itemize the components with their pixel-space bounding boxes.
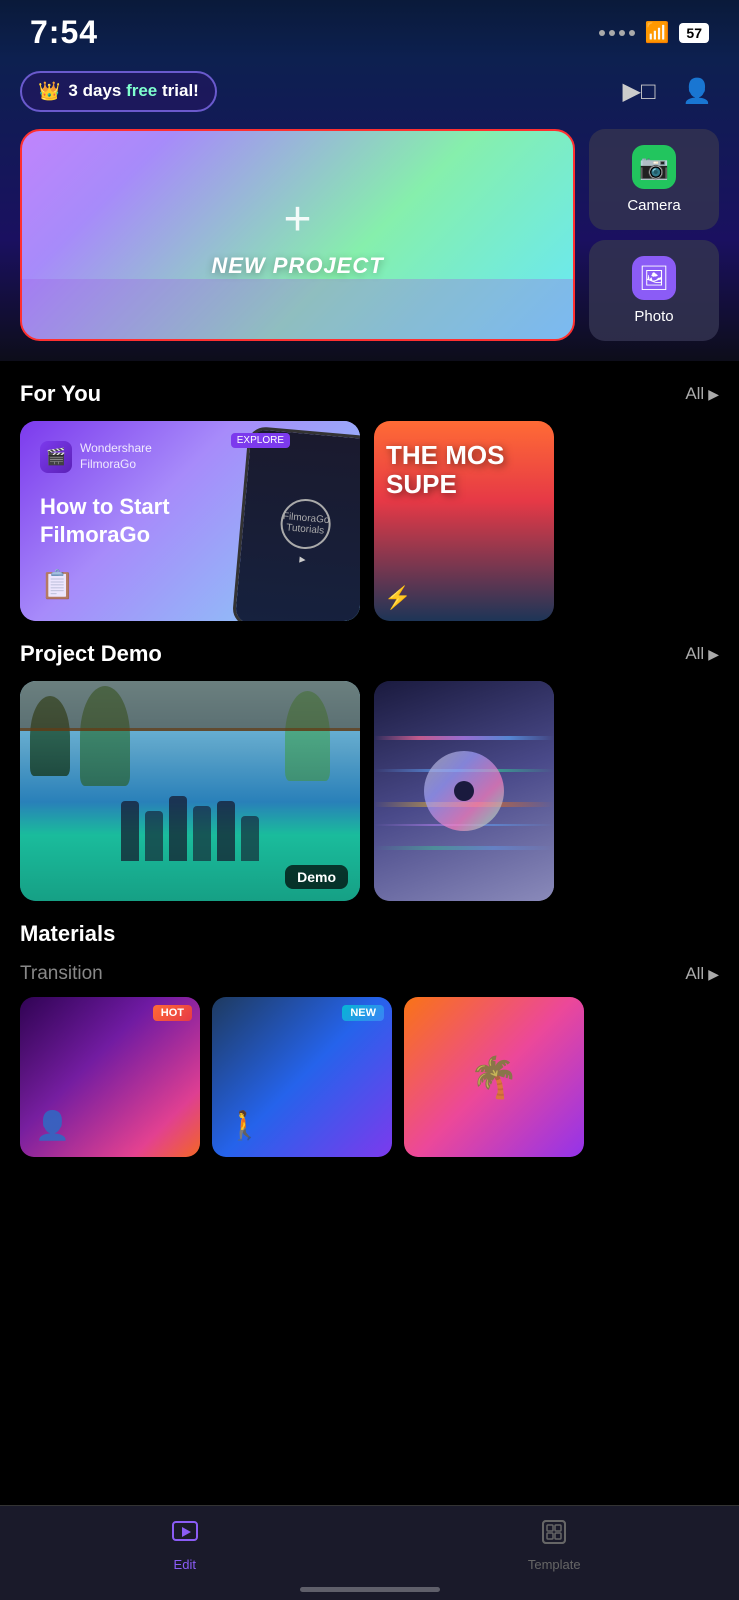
for-you-all-button[interactable]: All ▶ <box>685 384 719 404</box>
camera-button[interactable]: 📷 Camera <box>589 129 719 230</box>
camera-label: Camera <box>627 197 680 214</box>
for-you-title: For You <box>20 381 101 407</box>
crown-icon: 👑 <box>38 81 60 102</box>
transition-title: Transition <box>20 963 103 985</box>
main-content: For You All ▶ 🎬 Wondershare <box>0 361 739 1257</box>
home-indicator <box>300 1587 440 1592</box>
new-badge: NEW <box>342 1005 384 1021</box>
chevron-right-icon-3: ▶ <box>708 966 719 983</box>
super-card-icon: ⚡ <box>384 585 411 611</box>
header-top: 👑 3 days free trial! ▶□ 👤 <box>20 69 719 113</box>
super-card-text: THE MOS SUPE <box>386 441 504 498</box>
project-demo-section: Project Demo All ▶ <box>0 621 739 901</box>
template-nav-icon <box>540 1518 568 1553</box>
nav-template[interactable]: Template <box>370 1518 739 1572</box>
new-project-label: NEW PROJECT <box>211 253 383 279</box>
template-nav-label: Template <box>528 1557 581 1572</box>
wifi-icon: 📶 <box>645 20 670 45</box>
material-card-hot[interactable]: 👤 HOT <box>20 997 200 1157</box>
edit-nav-label: Edit <box>174 1557 196 1572</box>
materials-cards: 👤 HOT 🚶 NEW 🌴 <box>20 997 719 1157</box>
for-you-cards: 🎬 Wondershare FilmoraGo How to Start Fil… <box>20 421 719 621</box>
phone-mockup: FilmoraGoTutorials ▶ <box>232 426 360 621</box>
explore-badge: EXPLORE <box>231 433 290 448</box>
materials-title: Materials <box>20 901 719 953</box>
pool-demo-card[interactable]: Demo <box>20 681 360 901</box>
bottom-nav: Edit Template <box>0 1505 739 1600</box>
trial-badge[interactable]: 👑 3 days free trial! <box>20 71 217 112</box>
project-demo-header: Project Demo All ▶ <box>20 621 719 681</box>
for-you-section: For You All ▶ 🎬 Wondershare <box>0 361 739 621</box>
photo-button[interactable]: 🖼 Photo <box>589 240 719 341</box>
material-card-new[interactable]: 🚶 NEW <box>212 997 392 1157</box>
hot-badge: HOT <box>153 1005 192 1021</box>
status-icons: 📶 57 <box>599 20 709 45</box>
photo-icon: 🖼 <box>632 256 676 300</box>
filmora-logo-icon: 🎬 <box>40 441 72 473</box>
transition-header: Transition All ▶ <box>20 953 719 997</box>
edit-nav-icon <box>171 1518 199 1553</box>
chevron-right-icon-2: ▶ <box>708 646 719 663</box>
nav-edit[interactable]: Edit <box>0 1518 370 1572</box>
signal-icon <box>599 30 635 36</box>
project-demo-cards: Demo <box>20 681 719 901</box>
profile-button[interactable]: 👤 <box>675 69 719 113</box>
chevron-right-icon: ▶ <box>708 386 719 403</box>
status-bar: 7:54 📶 57 <box>0 0 739 59</box>
pergola <box>20 681 360 731</box>
demo-badge: Demo <box>285 865 348 889</box>
project-demo-title: Project Demo <box>20 641 162 667</box>
battery-indicator: 57 <box>679 23 709 43</box>
super-card[interactable]: THE MOS SUPE ⚡ <box>374 421 554 621</box>
trial-text: 3 days free trial! <box>68 81 198 101</box>
photo-label: Photo <box>634 308 673 325</box>
app-container: 7:54 📶 57 👑 3 days free trial! ▶□ 👤 <box>0 0 739 1257</box>
camera-icon: 📷 <box>632 145 676 189</box>
time-display: 7:54 <box>30 14 98 51</box>
header-area: 👑 3 days free trial! ▶□ 👤 + NEW PROJECT … <box>0 59 739 361</box>
palm-icon: 🌴 <box>469 1054 519 1101</box>
main-row: + NEW PROJECT 📷 Camera 🖼 Photo <box>20 129 719 341</box>
side-buttons: 📷 Camera 🖼 Photo <box>589 129 719 341</box>
video-library-button[interactable]: ▶□ <box>617 69 661 113</box>
materials-section: Materials Transition All ▶ 👤 HOT <box>0 901 739 1157</box>
tutorial-card[interactable]: 🎬 Wondershare FilmoraGo How to Start Fil… <box>20 421 360 621</box>
plus-icon: + <box>283 192 311 247</box>
material-card-3[interactable]: 🌴 <box>404 997 584 1157</box>
header-actions: ▶□ 👤 <box>617 69 719 113</box>
project-demo-all-button[interactable]: All ▶ <box>685 644 719 664</box>
transition-all-button[interactable]: All ▶ <box>685 964 719 984</box>
holo-demo-card[interactable] <box>374 681 554 901</box>
for-you-header: For You All ▶ <box>20 361 719 421</box>
new-project-button[interactable]: + NEW PROJECT <box>20 129 575 341</box>
figure-icon-2: 🚶 <box>227 1109 262 1142</box>
